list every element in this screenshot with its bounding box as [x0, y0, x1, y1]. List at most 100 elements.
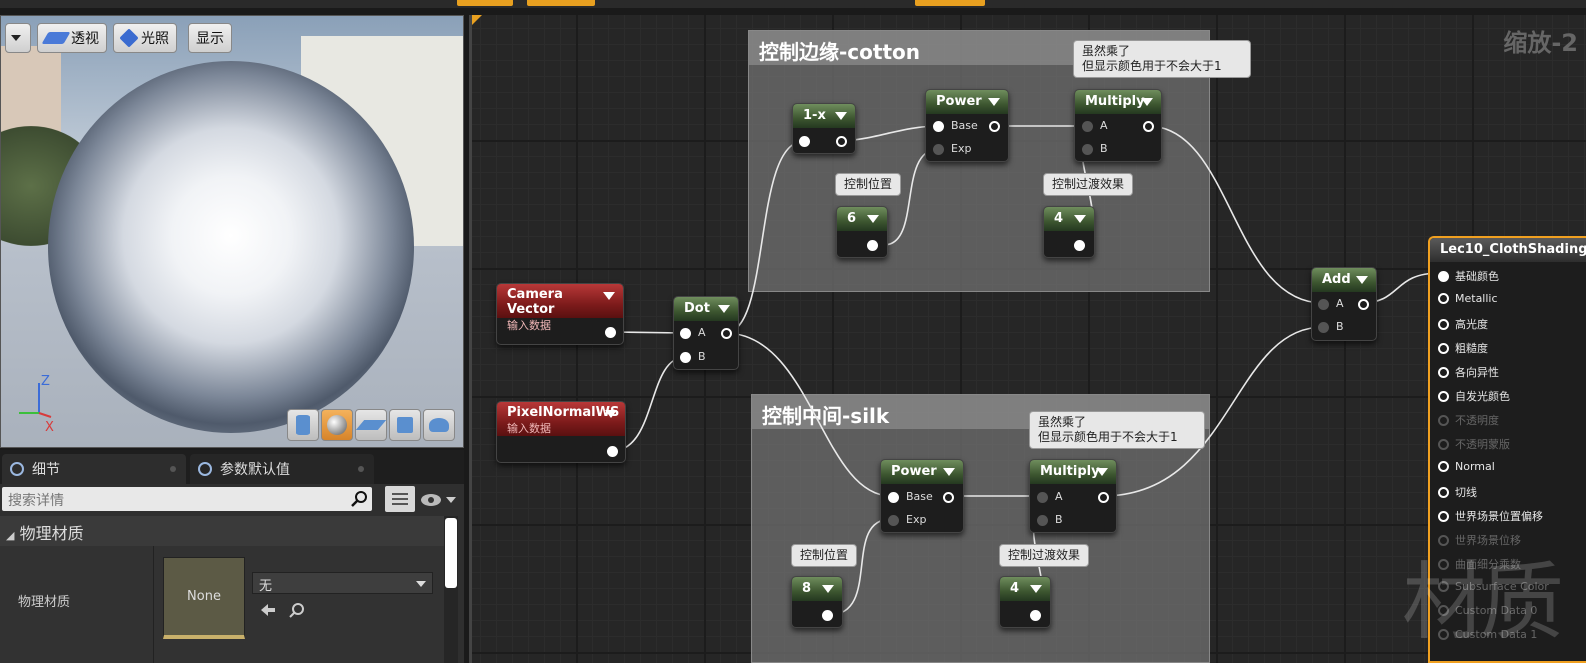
collapse-arrow-icon[interactable] [1141, 98, 1153, 106]
input-pin[interactable] [1438, 366, 1449, 378]
collapse-arrow-icon[interactable] [835, 112, 847, 120]
input-pin[interactable] [1438, 390, 1449, 402]
input-pin[interactable] [1438, 486, 1449, 498]
output-pin-row[interactable]: 高光度 [1438, 316, 1488, 332]
visibility-dropdown[interactable] [420, 490, 460, 510]
output-pin-row[interactable]: 粗糙度 [1438, 340, 1488, 356]
input-pin-a[interactable] [1318, 299, 1329, 310]
input-pin-b[interactable] [680, 352, 691, 363]
input-pin-a[interactable] [680, 328, 691, 339]
perspective-button[interactable]: 透视 [37, 23, 107, 53]
view-options-button[interactable] [385, 486, 415, 512]
input-pin-b[interactable] [1037, 515, 1048, 526]
output-pin[interactable] [1358, 299, 1369, 310]
input-pin-base[interactable] [933, 121, 944, 132]
collapse-arrow-icon[interactable] [988, 98, 1000, 106]
preview-viewport[interactable]: 透视 光照 显示 Z X [0, 15, 464, 448]
cube-icon[interactable] [389, 409, 421, 441]
input-pin[interactable] [1438, 510, 1449, 522]
toolbar-button[interactable] [527, 0, 595, 6]
collapse-arrow-icon[interactable] [1074, 215, 1086, 223]
comment-bubble[interactable]: 控制过渡效果 [1043, 173, 1134, 196]
input-pin-exp[interactable] [888, 515, 899, 526]
tab-details[interactable]: 细节 [2, 454, 186, 484]
output-pin[interactable] [989, 121, 1000, 132]
input-pin-base[interactable] [888, 492, 899, 503]
collapse-arrow-icon[interactable] [605, 410, 617, 418]
comment-bubble[interactable]: 控制过渡效果 [999, 544, 1090, 567]
output-pin-row[interactable]: Metallic [1438, 292, 1498, 305]
comment-bubble[interactable]: 控制位置 [791, 544, 858, 567]
viewport-options-dropdown[interactable] [5, 23, 31, 53]
collapse-arrow-icon[interactable] [718, 305, 730, 313]
input-pin[interactable] [799, 136, 810, 147]
output-pin-row[interactable]: 基础颜色 [1438, 268, 1499, 284]
comment-bubble[interactable]: 控制位置 [835, 173, 902, 196]
node-power-bottom[interactable]: Power Base Exp [880, 459, 964, 533]
input-pin-exp[interactable] [933, 144, 944, 155]
node-add[interactable]: Add A B [1311, 267, 1377, 341]
node-multiply-bottom[interactable]: Multiply A B [1029, 459, 1117, 533]
input-pin-a[interactable] [1037, 492, 1048, 503]
comment-bubble[interactable]: 虽然乘了 但显示颜色用于不会大于1 [1029, 411, 1205, 449]
node-power-top[interactable]: Power Base Exp [925, 89, 1009, 162]
output-pin[interactable] [943, 492, 954, 503]
node-one-minus[interactable]: 1-x [792, 103, 856, 154]
output-pin-row[interactable]: 不透明度 [1438, 412, 1499, 428]
node-dot[interactable]: Dot A B [673, 296, 739, 370]
material-graph[interactable]: 缩放-2 控制边缘-cotton 控制中间-silk Camera Vector… [469, 15, 1586, 663]
output-pin[interactable] [1074, 240, 1085, 251]
collapse-arrow-icon[interactable] [1030, 585, 1042, 593]
comment-bubble[interactable]: 虽然乘了 但显示颜色用于不会大于1 [1073, 40, 1251, 78]
teapot-icon[interactable] [423, 409, 455, 441]
collapse-arrow-icon[interactable] [603, 292, 615, 300]
output-pin-row[interactable]: 不透明蒙版 [1438, 436, 1510, 452]
plane-icon[interactable] [355, 409, 387, 441]
toolbar-button[interactable] [915, 0, 985, 6]
asset-picker-combo[interactable]: 无 [252, 572, 433, 594]
scrollbar-thumb[interactable] [445, 518, 457, 588]
collapse-arrow-icon[interactable] [867, 215, 879, 223]
output-pin[interactable] [607, 446, 618, 457]
input-pin[interactable] [1438, 318, 1449, 330]
collapse-arrow-icon[interactable] [1356, 276, 1368, 284]
details-scrollbar[interactable] [444, 516, 458, 663]
node-constant-4-top[interactable]: 4 [1043, 206, 1095, 258]
asset-thumbnail[interactable]: None [163, 557, 245, 639]
toolbar-button[interactable] [457, 0, 513, 6]
input-pin[interactable] [1438, 293, 1449, 304]
sphere-icon[interactable] [321, 409, 353, 441]
collapse-arrow-icon[interactable] [822, 585, 834, 593]
node-constant-6[interactable]: 6 [836, 206, 888, 258]
output-pin-row[interactable]: Normal [1438, 460, 1495, 473]
output-pin[interactable] [1143, 121, 1154, 132]
tab-parameter-defaults[interactable]: 参数默认值 [190, 454, 374, 484]
output-pin[interactable] [1030, 610, 1041, 621]
output-pin-row[interactable]: 自发光颜色 [1438, 388, 1510, 404]
input-pin[interactable] [1438, 270, 1449, 282]
input-pin[interactable] [1438, 414, 1449, 426]
output-pin-row[interactable]: 切线 [1438, 484, 1477, 500]
input-pin-a[interactable] [1082, 121, 1093, 132]
output-pin-row[interactable]: 各向异性 [1438, 364, 1499, 380]
node-multiply-top[interactable]: Multiply A B [1074, 89, 1162, 162]
output-pin[interactable] [867, 240, 878, 251]
collapse-arrow-icon[interactable] [943, 468, 955, 476]
input-pin-b[interactable] [1082, 144, 1093, 155]
browse-search-icon[interactable] [288, 602, 306, 620]
node-constant-8[interactable]: 8 [791, 576, 843, 628]
output-pin[interactable] [1098, 492, 1109, 503]
input-pin[interactable] [1438, 438, 1449, 450]
node-constant-4-bottom[interactable]: 4 [999, 576, 1051, 628]
node-camera-vector[interactable]: Camera Vector 输入数据 [496, 283, 624, 345]
collapse-arrow-icon[interactable] [1096, 468, 1108, 476]
output-pin[interactable] [721, 328, 732, 339]
input-pin[interactable] [1438, 342, 1449, 354]
show-button[interactable]: 显示 [188, 23, 232, 53]
input-pin[interactable] [1438, 461, 1449, 472]
input-pin-b[interactable] [1318, 322, 1329, 333]
tab-close-dot[interactable] [170, 466, 176, 472]
category-physical-material[interactable]: ◢ 物理材质 [0, 516, 444, 546]
output-pin[interactable] [605, 327, 616, 338]
cylinder-icon[interactable] [287, 409, 319, 441]
